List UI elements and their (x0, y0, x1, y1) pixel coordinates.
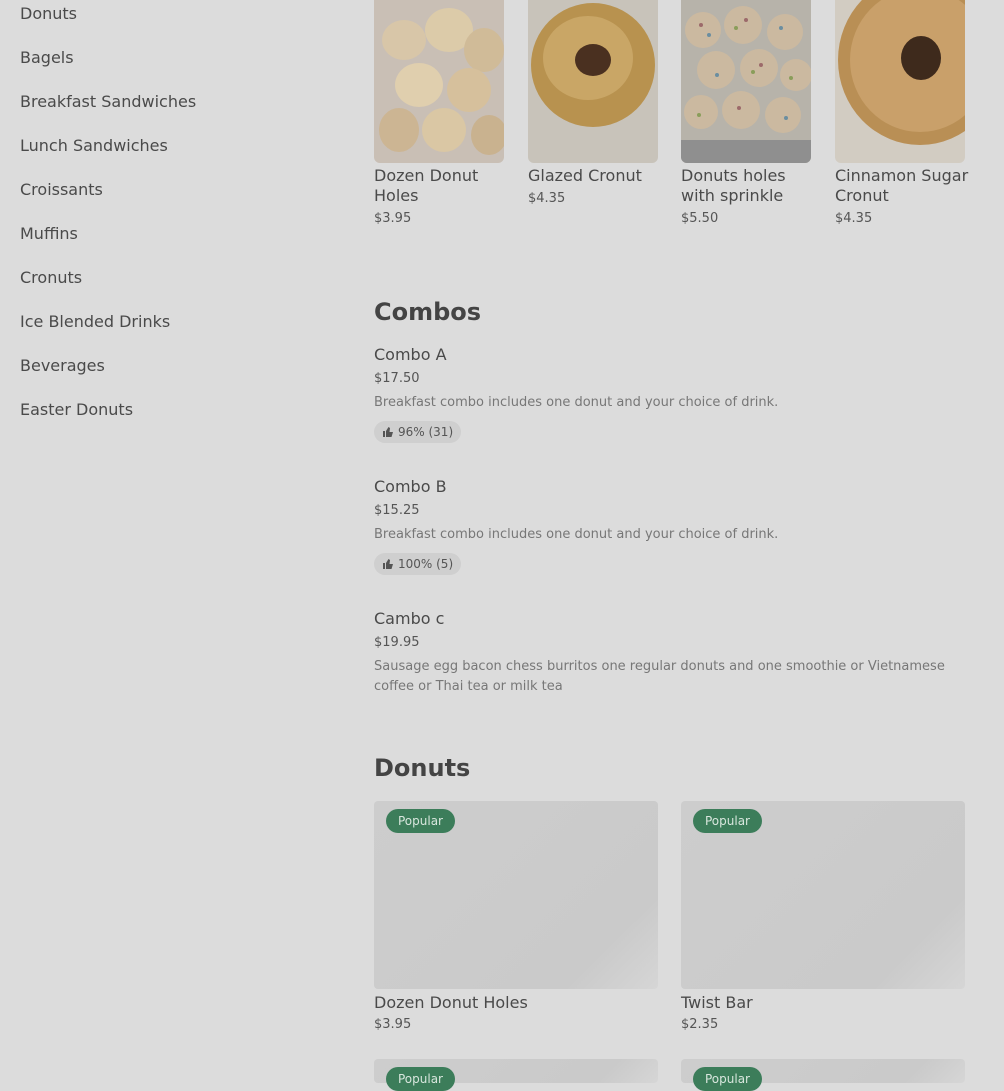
glazed-cronut-image (528, 0, 658, 163)
featured-item-price: $3.95 (374, 211, 412, 226)
popular-badge: Popular (386, 1067, 455, 1091)
cinnamon-sugar-cronut-image (835, 0, 965, 163)
menu-item-price: $2.35 (681, 1017, 719, 1032)
sidebar-item-beverages[interactable]: Beverages (20, 356, 105, 376)
thumbs-up-icon (383, 427, 393, 437)
donut-holes-image (374, 0, 504, 163)
sidebar-item-bagels[interactable]: Bagels (20, 48, 74, 68)
rating-badge: 100% (5) (374, 553, 462, 575)
featured-item-price: $4.35 (528, 191, 566, 206)
menu-item-name: Twist Bar (681, 993, 753, 1012)
combo-name: Combo B (374, 477, 447, 496)
featured-item-name: Dozen Donut Holes (374, 166, 479, 205)
rating-text: 96% (31) (398, 425, 454, 439)
rating-badge: 96% (31) (374, 421, 462, 443)
combo-description: Breakfast combo includes one donut and y… (374, 527, 779, 542)
combo-price: $15.25 (374, 503, 420, 518)
sidebar-item-lunch-sandwiches[interactable]: Lunch Sandwiches (20, 136, 168, 156)
sidebar-item-easter-donuts[interactable]: Easter Donuts (20, 400, 133, 420)
sidebar-item-ice-blended-drinks[interactable]: Ice Blended Drinks (20, 312, 170, 332)
popular-badge: Popular (693, 809, 762, 833)
combo-price: $17.50 (374, 371, 420, 386)
combo-description: Sausage egg bacon chess burritos one reg… (374, 659, 945, 694)
featured-item-price: $5.50 (681, 211, 719, 226)
combo-name: Cambo c (374, 609, 445, 628)
section-title-donuts: Donuts (374, 754, 471, 782)
sidebar-item-muffins[interactable]: Muffins (20, 224, 78, 244)
rating-text: 100% (5) (398, 557, 454, 571)
section-title-combos: Combos (374, 298, 482, 326)
popular-badge: Popular (386, 809, 455, 833)
menu-item-price: $3.95 (374, 1017, 412, 1032)
menu-item-name: Dozen Donut Holes (374, 993, 528, 1012)
combo-price: $19.95 (374, 635, 420, 650)
featured-item-name: Glazed Cronut (528, 166, 642, 185)
combo-description: Breakfast combo includes one donut and y… (374, 395, 779, 410)
sidebar-item-donuts[interactable]: Donuts (20, 4, 77, 24)
featured-item-name: Cinnamon Sugar Cronut (835, 166, 969, 205)
sprinkle-donut-holes-image (681, 0, 811, 163)
combo-name: Combo A (374, 345, 447, 364)
featured-item-name: Donuts holes with sprinkle (681, 166, 786, 205)
sidebar-item-cronuts[interactable]: Cronuts (20, 268, 82, 288)
thumbs-up-icon (383, 559, 393, 569)
sidebar-item-croissants[interactable]: Croissants (20, 180, 103, 200)
featured-item-price: $4.35 (835, 211, 873, 226)
sidebar-item-breakfast-sandwiches[interactable]: Breakfast Sandwiches (20, 92, 196, 112)
popular-badge: Popular (693, 1067, 762, 1091)
